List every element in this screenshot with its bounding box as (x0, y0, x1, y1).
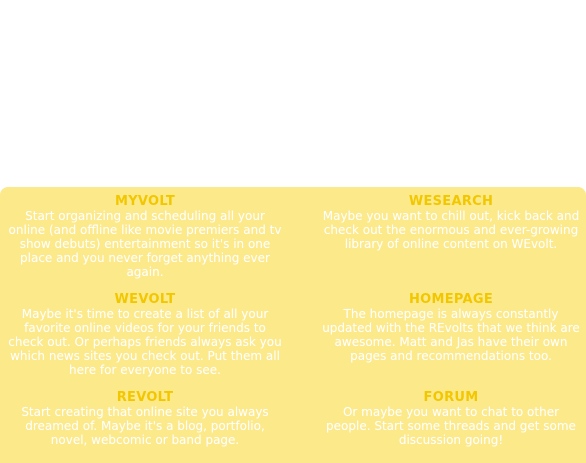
forum-link[interactable]: FORUM (320, 391, 582, 405)
revolt-description: Start creating that online site you alwa… (21, 405, 269, 447)
homepage-description: The homepage is always constantly update… (322, 307, 580, 363)
myvolt-description: Start organizing and scheduling all your… (8, 209, 282, 279)
wevolt-description: Maybe it's time to create a list of all … (8, 307, 282, 377)
revolt-link[interactable]: REVOLT (6, 391, 284, 405)
wesearch-description: Maybe you want to chill out, kick back a… (322, 209, 580, 251)
homepage-section: HOMEPAGE The homepage is always constant… (320, 293, 582, 364)
homepage-link[interactable]: HOMEPAGE (320, 293, 582, 307)
wevolt-link[interactable]: WEVOLT (6, 293, 284, 307)
wesearch-section: WESEARCH Maybe you want to chill out, ki… (320, 195, 582, 252)
myvolt-link[interactable]: MYVOLT (6, 195, 284, 209)
forum-description: Or maybe you want to chat to other peopl… (326, 405, 576, 447)
wesearch-link[interactable]: WESEARCH (320, 195, 582, 209)
revolt-section: REVOLT Start creating that online site y… (6, 391, 284, 448)
wevolt-section: WEVOLT Maybe it's time to create a list … (6, 293, 284, 378)
forum-section: FORUM Or maybe you want to chat to other… (320, 391, 582, 448)
features-panel: MYVOLT Start organizing and scheduling a… (0, 187, 586, 463)
myvolt-section: MYVOLT Start organizing and scheduling a… (6, 195, 284, 280)
